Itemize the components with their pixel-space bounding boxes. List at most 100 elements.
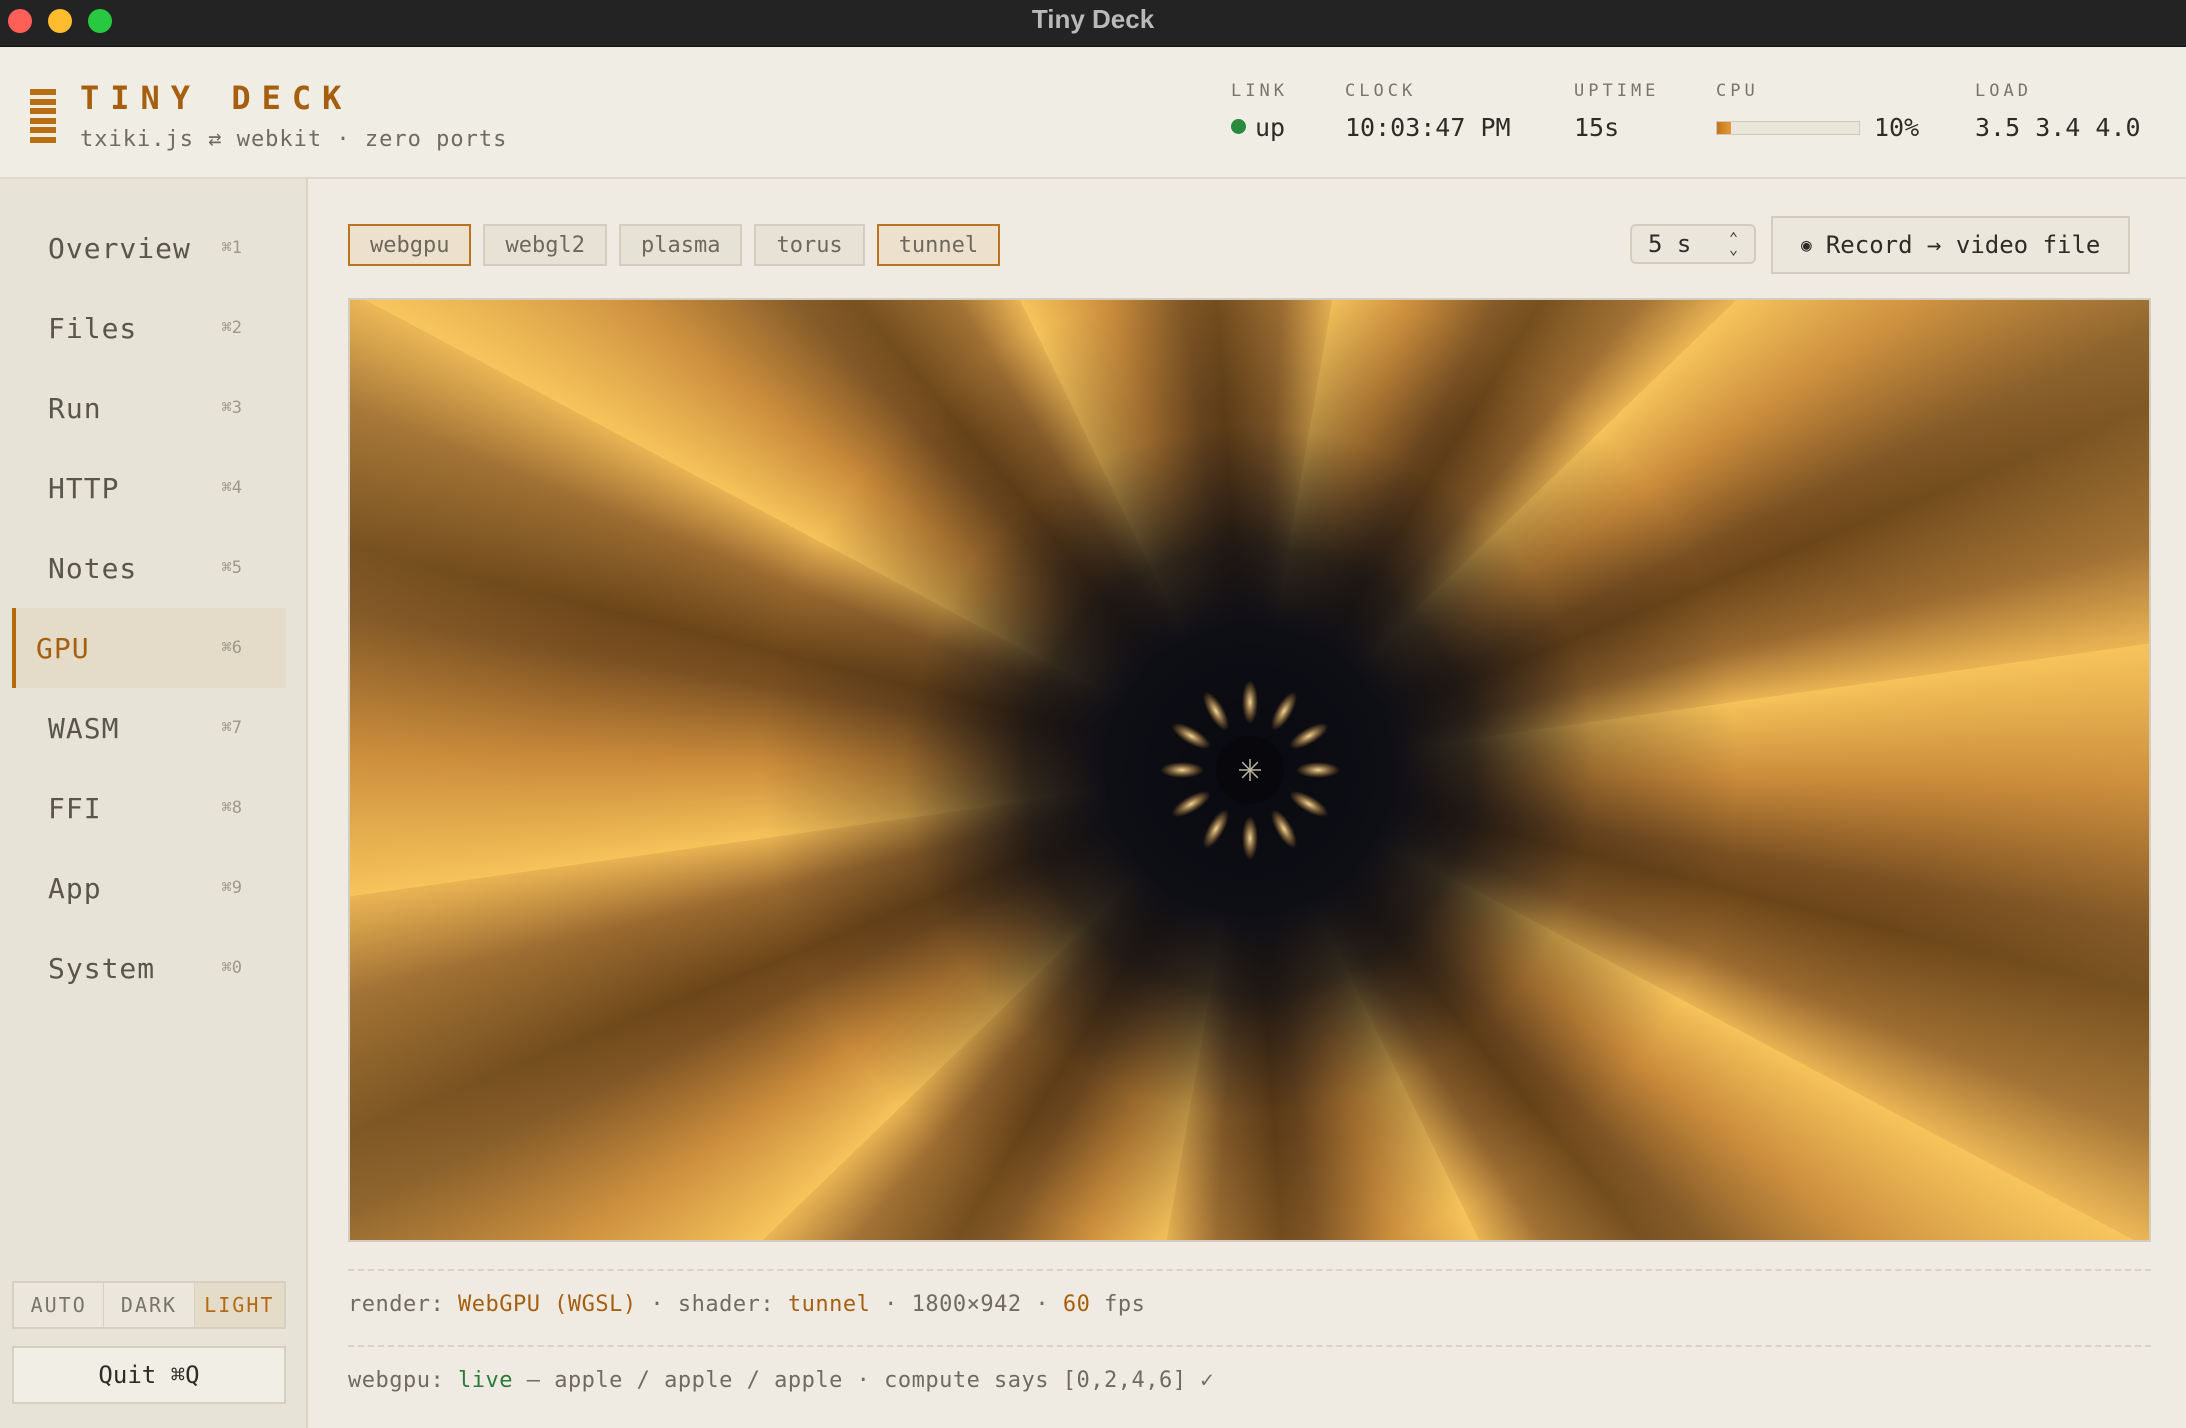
- chevron-updown-icon: ⌃ ⌄: [1728, 229, 1738, 258]
- shortcut-key: ⌘8: [221, 798, 242, 818]
- link-status-dot-icon: [1231, 119, 1246, 134]
- backend-state: live: [457, 1368, 513, 1393]
- shortcut-key: ⌘9: [221, 878, 242, 898]
- duration-value: 5 s: [1648, 230, 1692, 258]
- app-header: TINY DECK txiki.js ⇄ webkit · zero ports…: [0, 47, 2186, 179]
- brand-title: TINY DECK: [80, 79, 353, 117]
- stat-uptime: UPTIME 15s: [1574, 81, 1659, 142]
- cpu-meter: [1716, 120, 1860, 135]
- menu-icon: [30, 89, 56, 143]
- sidebar-item-files[interactable]: Files ⌘2: [12, 288, 286, 368]
- tunnel-petal: [1203, 809, 1229, 849]
- chip-webgpu[interactable]: webgpu: [348, 224, 472, 266]
- stat-uptime-value: 15s: [1574, 113, 1620, 142]
- stat-link-value: up: [1255, 113, 1286, 142]
- shortcut-key: ⌘7: [221, 718, 242, 738]
- sidebar-item-label: System: [48, 951, 156, 985]
- resolution-value: 1800×942: [911, 1292, 1022, 1317]
- sidebar-item-label: App: [48, 871, 102, 905]
- sidebar-item-http[interactable]: HTTP ⌘4: [12, 448, 286, 528]
- shortcut-key: ⌘4: [221, 478, 242, 498]
- backend-label: webgpu:: [348, 1368, 445, 1393]
- duration-select[interactable]: 5 s ⌃ ⌄: [1630, 224, 1756, 264]
- theme-switch: AUTO DARK LIGHT: [12, 1281, 286, 1329]
- divider: [348, 1345, 2151, 1347]
- theme-auto-button[interactable]: AUTO: [14, 1283, 105, 1327]
- shader-value: tunnel: [787, 1292, 871, 1317]
- sidebar-item-label: FFI: [48, 791, 102, 825]
- stat-cpu: CPU 10%: [1716, 81, 1919, 142]
- gpu-render-canvas[interactable]: [348, 298, 2151, 1242]
- tunnel-petal: [1171, 791, 1211, 817]
- tunnel-petal: [1289, 723, 1329, 749]
- compute-result: compute says [0,2,4,6] ✓: [884, 1368, 1214, 1393]
- stat-load-label: LOAD: [1975, 81, 2032, 101]
- stat-cpu-value: 10%: [1874, 113, 1920, 142]
- tunnel-shader-output: [1160, 680, 1340, 860]
- shortcut-key: ⌘3: [221, 398, 242, 418]
- tunnel-petal: [1271, 809, 1297, 849]
- window-title: Tiny Deck: [1031, 4, 1155, 34]
- stat-clock-value: 10:03:47 PM: [1345, 113, 1511, 142]
- renderer-toolbar: webgpu webgl2 plasma torus tunnel: [348, 224, 1001, 266]
- divider: [348, 1269, 2151, 1271]
- shortcut-key: ⌘1: [221, 238, 242, 258]
- adapter-info: — apple / apple / apple: [526, 1368, 843, 1393]
- cpu-meter-fill: [1717, 121, 1732, 134]
- chip-plasma[interactable]: plasma: [618, 224, 743, 266]
- sidebar-item-label: Files: [48, 311, 138, 345]
- tunnel-petal: [1296, 762, 1340, 778]
- fps-unit: fps: [1104, 1292, 1146, 1317]
- chip-webgl2[interactable]: webgl2: [483, 224, 607, 266]
- tunnel-petal: [1242, 680, 1258, 724]
- sidebar-item-notes[interactable]: Notes ⌘5: [12, 528, 286, 608]
- sidebar-item-label: Run: [48, 391, 102, 425]
- sidebar-item-wasm[interactable]: WASM ⌘7: [12, 688, 286, 768]
- sidebar-nav: Overview ⌘1 Files ⌘2 Run ⌘3 HTTP ⌘4 Notes ⌘5 …: [0, 179, 306, 1008]
- tunnel-petal: [1242, 816, 1258, 860]
- sidebar-item-label: GPU: [36, 631, 90, 665]
- sidebar-item-run[interactable]: Run ⌘3: [12, 368, 286, 448]
- render-status: render: WebGPU (WGSL) · shader: tunnel ·…: [348, 1292, 1146, 1317]
- shortcut-key: ⌘2: [221, 318, 242, 338]
- chip-tunnel[interactable]: tunnel: [876, 224, 1001, 266]
- stat-link-label: LINK: [1231, 81, 1288, 101]
- stat-cpu-label: CPU: [1716, 81, 1759, 101]
- shortcut-key: ⌘0: [221, 958, 242, 978]
- record-button-label: Record → video file: [1825, 231, 2101, 259]
- sidebar-item-label: Overview: [48, 231, 191, 265]
- shortcut-key: ⌘5: [221, 558, 242, 578]
- stat-clock-label: CLOCK: [1345, 81, 1417, 101]
- theme-light-button[interactable]: LIGHT: [194, 1283, 284, 1327]
- sidebar-item-overview[interactable]: Overview ⌘1: [12, 208, 286, 288]
- tunnel-petal: [1271, 691, 1297, 731]
- sidebar-item-app[interactable]: App ⌘9: [12, 848, 286, 928]
- sidebar-item-system[interactable]: System ⌘0: [12, 928, 286, 1008]
- sidebar-item-ffi[interactable]: FFI ⌘8: [12, 768, 286, 848]
- render-label: render:: [348, 1292, 445, 1317]
- tunnel-petal: [1160, 762, 1204, 778]
- sidebar-item-label: WASM: [48, 711, 120, 745]
- stat-uptime-label: UPTIME: [1574, 81, 1660, 101]
- stat-link: LINK up: [1231, 81, 1288, 142]
- sidebar-item-gpu[interactable]: GPU ⌘6: [12, 608, 286, 688]
- tunnel-petal: [1171, 723, 1211, 749]
- title-bar: Tiny Deck: [0, 0, 2186, 47]
- brand-subtitle: txiki.js ⇄ webkit · zero ports: [80, 127, 508, 152]
- theme-dark-button[interactable]: DARK: [104, 1283, 195, 1327]
- shader-label: shader:: [677, 1292, 775, 1317]
- render-value: WebGPU (WGSL): [457, 1292, 637, 1317]
- stat-clock: CLOCK 10:03:47 PM: [1345, 81, 1511, 142]
- sidebar-item-label: HTTP: [48, 471, 120, 505]
- sidebar-item-label: Notes: [48, 551, 138, 585]
- record-button[interactable]: ◉ Record → video file: [1771, 216, 2131, 274]
- backend-status: webgpu: live — apple / apple / apple · c…: [348, 1368, 1214, 1393]
- sidebar: Overview ⌘1 Files ⌘2 Run ⌘3 HTTP ⌘4 Notes ⌘5 …: [0, 179, 308, 1428]
- tunnel-petal: [1289, 791, 1329, 817]
- chip-torus[interactable]: torus: [754, 224, 865, 266]
- stat-load-value: 3.5 3.4 4.0: [1975, 113, 2141, 142]
- tunnel-petal: [1203, 691, 1229, 731]
- shortcut-key: ⌘6: [221, 638, 242, 658]
- quit-button[interactable]: Quit ⌘Q: [12, 1346, 286, 1404]
- fps-value: 60: [1062, 1292, 1091, 1317]
